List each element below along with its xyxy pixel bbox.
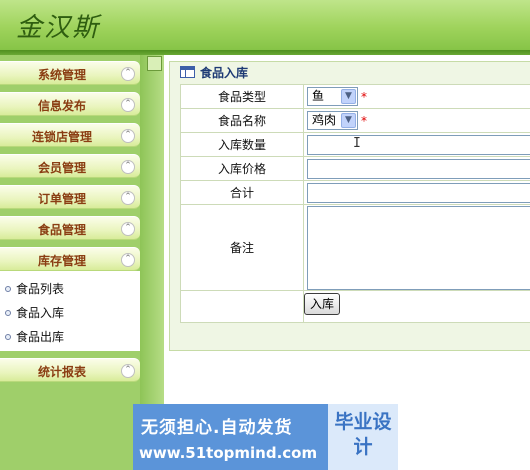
inventory-submenu: 食品列表 食品入库 食品出库 [0,271,140,351]
form-row-price: 入库价格 [180,156,530,181]
food-name-label: 食品名称 [180,108,304,133]
total-input[interactable] [307,182,530,203]
chevron-up-icon[interactable]: ⌃ [121,67,135,81]
menu-label: 会员管理 [37,161,86,175]
menu-information-publish[interactable]: 信息发布 ⌃ [0,92,140,116]
food-type-select[interactable]: 鱼 ▼ [307,87,358,106]
food-name-cell: 鸡肉 ▼ * [303,108,530,133]
collapse-sidebar-icon[interactable] [147,56,162,71]
submenu-label: 食品出库 [16,330,65,344]
price-label: 入库价格 [180,156,304,181]
quantity-label: 入库数量 [180,132,304,157]
menu-member-management[interactable]: 会员管理 ⌃ [0,154,140,178]
menu-label: 食品管理 [37,223,86,237]
remark-label: 备注 [180,204,304,291]
table-icon [180,66,195,78]
total-label: 合计 [180,180,304,205]
top-banner: 金汉斯 [0,0,530,50]
menu-inventory-management[interactable]: 库存管理 ⌃ [0,247,140,271]
app-logo: 金汉斯 [16,13,101,43]
submenu-item-food-stock-in[interactable]: 食品入库 [0,302,140,326]
form-row-remark: 备注 [180,204,530,291]
quantity-cell [303,132,530,157]
submenu-label: 食品入库 [16,306,65,320]
submenu-item-food-stock-out[interactable]: 食品出库 [0,326,140,350]
submit-cell: 入库 [303,290,530,323]
chevron-up-icon[interactable]: ⌃ [121,191,135,205]
chevron-up-icon[interactable]: ⌃ [121,222,135,236]
chevron-up-icon[interactable]: ⌃ [121,160,135,174]
chevron-up-icon[interactable]: ⌃ [121,98,135,112]
watermark-url: www.51topmind.com [139,444,318,462]
total-cell [303,180,530,205]
menu-system-management[interactable]: 系统管理 ⌃ [0,61,140,85]
menu-chain-store-management[interactable]: 连锁店管理 ⌃ [0,123,140,147]
panel-title: 食品入库 [180,64,248,81]
bullet-icon [5,286,11,292]
panel-title-text: 食品入库 [200,66,249,80]
menu-food-management[interactable]: 食品管理 ⌃ [0,216,140,240]
required-marker: * [361,89,367,104]
watermark-banner: 无须担心.自动发货 www.51topmind.com 毕业设计 [133,404,398,470]
submenu-label: 食品列表 [16,282,65,296]
food-type-cell: 鱼 ▼ * [303,84,530,109]
menu-label: 连锁店管理 [31,130,92,144]
menu-label: 订单管理 [37,192,86,206]
menu-label: 库存管理 [37,254,86,268]
price-input[interactable] [307,158,530,179]
menu-order-management[interactable]: 订单管理 ⌃ [0,185,140,209]
food-name-value: 鸡肉 [312,113,337,127]
food-type-value: 鱼 [312,89,325,103]
bullet-icon [5,334,11,340]
quantity-input[interactable] [307,134,530,155]
menu-label: 系统管理 [37,68,86,82]
text-cursor: I [353,136,361,151]
watermark-left: 无须担心.自动发货 www.51topmind.com [133,404,328,470]
form-row-food-type: 食品类型 鱼 ▼ * [180,84,530,109]
required-marker: * [361,113,367,128]
sidebar-menu: 系统管理 ⌃ 信息发布 ⌃ 连锁店管理 ⌃ 会员管理 ⌃ 订单管理 ⌃ 食品管理… [0,61,140,389]
watermark-slogan: 无须担心.自动发货 [141,418,293,438]
chevron-up-icon[interactable]: ⌃ [121,253,135,267]
menu-statistics-report[interactable]: 统计报表 ⌃ [0,358,140,382]
empty-cell [180,290,304,323]
chevron-down-icon[interactable]: ▼ [341,113,356,128]
form-row-submit: 入库 [180,290,530,323]
food-type-label: 食品类型 [180,84,304,109]
bullet-icon [5,310,11,316]
submenu-item-food-list[interactable]: 食品列表 [0,278,140,302]
remark-textarea[interactable] [307,205,530,290]
stock-in-form: 食品类型 鱼 ▼ * 食品名称 鸡肉 ▼ * 入库数量 入库价格 合计 备注 入… [180,84,530,323]
chevron-down-icon[interactable]: ▼ [341,89,356,104]
form-row-food-name: 食品名称 鸡肉 ▼ * [180,108,530,133]
menu-label: 信息发布 [37,99,86,113]
food-name-select[interactable]: 鸡肉 ▼ [307,111,358,130]
stock-in-button[interactable]: 入库 [304,293,341,315]
price-cell [303,156,530,181]
watermark-badge: 毕业设计 [334,411,392,458]
watermark-right: 毕业设计 [328,404,398,470]
remark-cell [303,204,530,291]
chevron-up-icon[interactable]: ⌃ [121,129,135,143]
food-stock-in-panel: 食品入库 食品类型 鱼 ▼ * 食品名称 鸡肉 ▼ * 入库数量 入库价格 合计… [169,61,530,351]
form-row-total: 合计 [180,180,530,205]
chevron-up-icon[interactable]: ⌃ [121,364,135,378]
menu-label: 统计报表 [37,365,86,379]
